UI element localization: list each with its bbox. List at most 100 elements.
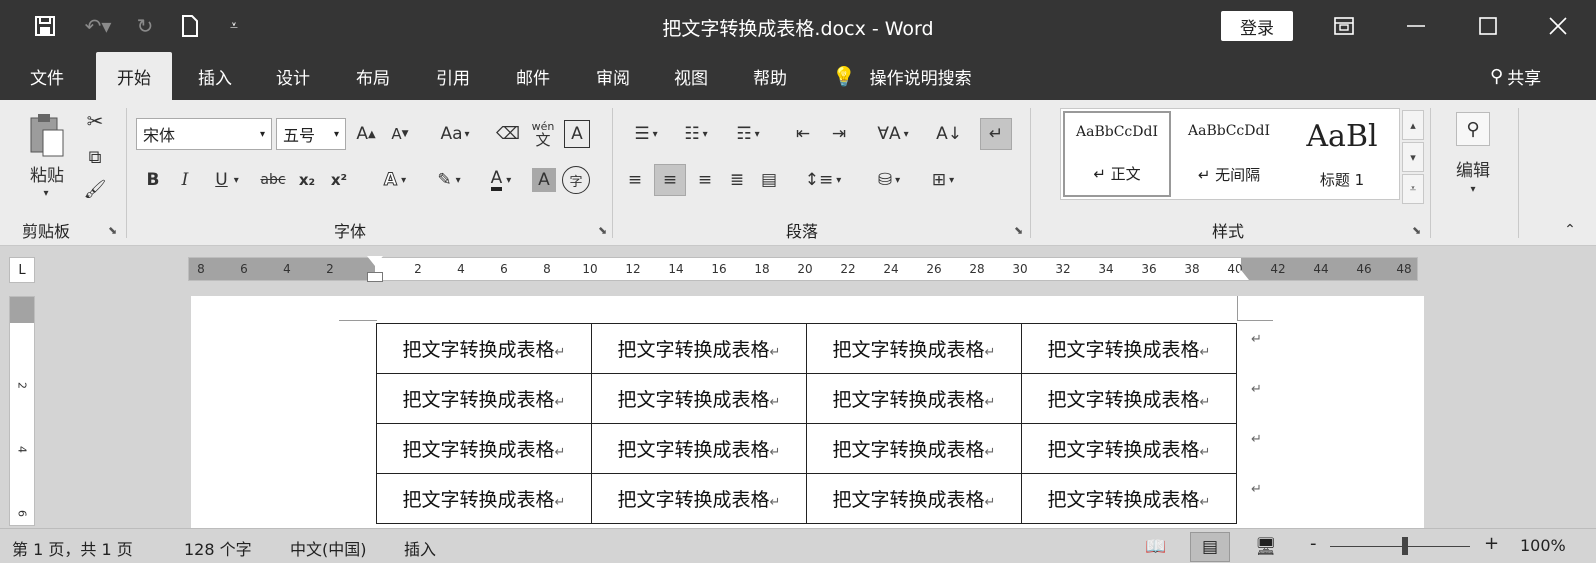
vertical-ruler[interactable]: 2 4 6 xyxy=(9,296,35,526)
style-heading-1[interactable]: AaBl 标题 1 xyxy=(1287,111,1397,197)
insert-mode[interactable]: 插入 xyxy=(404,536,436,560)
table-cell[interactable]: 把文字转换成表格↵ xyxy=(806,423,1022,474)
underline-button[interactable]: U ▾ xyxy=(204,166,250,194)
language-indicator[interactable]: 中文(中国) xyxy=(290,536,367,560)
page-count[interactable]: 第 1 页，共 1 页 xyxy=(12,536,133,560)
table-cell[interactable]: 把文字转换成表格↵ xyxy=(806,323,1022,374)
tab-layout[interactable]: 布局 xyxy=(338,52,408,100)
ribbon-display-icon[interactable] xyxy=(1324,10,1364,42)
copy-icon[interactable]: ⧉ xyxy=(82,144,108,170)
web-layout-icon[interactable]: 🖥 xyxy=(1246,532,1286,562)
tab-home[interactable]: 开始 xyxy=(96,52,172,100)
bullets-icon[interactable]: ☰ ▾ xyxy=(624,120,668,148)
login-button[interactable]: 登录 xyxy=(1221,11,1293,41)
borders-icon[interactable]: ⊞ ▾ xyxy=(920,164,966,196)
close-icon[interactable] xyxy=(1538,10,1578,42)
zoom-level[interactable]: 100% xyxy=(1520,536,1566,555)
tab-mailings[interactable]: 邮件 xyxy=(498,52,568,100)
table-cell[interactable]: 把文字转换成表格↵ xyxy=(1021,473,1237,524)
font-launcher-icon[interactable]: ⬊ xyxy=(598,224,607,237)
format-painter-icon[interactable]: 🖌 xyxy=(82,176,108,202)
table-cell[interactable]: 把文字转换成表格↵ xyxy=(376,373,592,424)
align-left-icon[interactable]: ≡ xyxy=(620,164,650,196)
sort-icon[interactable]: A↓ xyxy=(934,120,964,148)
char-border-icon[interactable]: A xyxy=(564,120,590,148)
highlight-button[interactable]: ✎ ▾ xyxy=(426,166,472,194)
char-shading-button[interactable]: A xyxy=(532,168,556,192)
strikethrough-button[interactable]: abc xyxy=(256,166,290,194)
print-layout-icon[interactable]: ▤ xyxy=(1190,532,1230,562)
table-cell[interactable]: 把文字转换成表格↵ xyxy=(376,423,592,474)
horizontal-ruler[interactable]: 8 6 4 2 2 4 6 8 10 12 14 16 18 20 22 24 … xyxy=(188,256,1418,282)
justify-icon[interactable]: ≣ xyxy=(722,164,752,196)
gallery-down-icon[interactable]: ▾ xyxy=(1402,142,1424,172)
font-size-combo[interactable]: 五号 ▾ xyxy=(276,118,346,150)
zoom-out-button[interactable]: - xyxy=(1310,533,1317,554)
tab-selector[interactable]: L xyxy=(9,257,35,283)
gallery-more-icon[interactable]: ⩡ xyxy=(1402,174,1424,204)
collapse-ribbon-icon[interactable]: ⌃ xyxy=(1560,220,1580,240)
tab-review[interactable]: 审阅 xyxy=(578,52,648,100)
maximize-icon[interactable] xyxy=(1468,10,1508,42)
subscript-button[interactable]: x₂ xyxy=(294,166,320,194)
shrink-font-icon[interactable]: A ▼ xyxy=(386,120,414,148)
paste-dropdown-icon[interactable]: ▾ xyxy=(36,186,56,200)
document-page[interactable]: 把文字转换成表格↵ 把文字转换成表格↵ 把文字转换成表格↵ 把文字转换成表格↵ … xyxy=(191,296,1424,528)
zoom-slider[interactable] xyxy=(1330,546,1470,547)
font-color-button[interactable]: A ▾ xyxy=(478,166,524,194)
table-cell[interactable]: 把文字转换成表格↵ xyxy=(591,423,807,474)
table-cell[interactable]: 把文字转换成表格↵ xyxy=(591,473,807,524)
change-case-button[interactable]: Aa ▾ xyxy=(430,120,480,148)
align-center-icon[interactable]: ≡ xyxy=(654,164,686,196)
table-cell[interactable]: 把文字转换成表格↵ xyxy=(1021,373,1237,424)
document-table[interactable]: 把文字转换成表格↵ 把文字转换成表格↵ 把文字转换成表格↵ 把文字转换成表格↵ … xyxy=(376,323,1237,524)
table-cell[interactable]: 把文字转换成表格↵ xyxy=(1021,323,1237,374)
styles-launcher-icon[interactable]: ⬊ xyxy=(1412,224,1421,237)
paste-icon[interactable] xyxy=(22,110,72,162)
tab-design[interactable]: 设计 xyxy=(258,52,328,100)
table-cell[interactable]: 把文字转换成表格↵ xyxy=(806,473,1022,524)
distributed-icon[interactable]: ▤ xyxy=(754,164,784,196)
tab-file[interactable]: 文件 xyxy=(12,52,82,100)
clipboard-launcher-icon[interactable]: ⬊ xyxy=(108,224,117,237)
editing-button[interactable]: 编辑 xyxy=(1448,156,1498,181)
tell-me-search[interactable]: 💡 操作说明搜索 xyxy=(832,52,1002,100)
table-cell[interactable]: 把文字转换成表格↵ xyxy=(376,473,592,524)
paragraph-launcher-icon[interactable]: ⬊ xyxy=(1014,224,1023,237)
numbering-icon[interactable]: ☷ ▾ xyxy=(674,120,718,148)
tab-references[interactable]: 引用 xyxy=(418,52,488,100)
tab-help[interactable]: 帮助 xyxy=(735,52,805,100)
decrease-indent-icon[interactable]: ⇤ xyxy=(788,120,818,148)
italic-button[interactable]: I xyxy=(172,166,198,194)
hanging-indent-marker[interactable] xyxy=(367,272,383,282)
show-marks-icon[interactable]: ↵ xyxy=(980,118,1012,150)
grow-font-icon[interactable]: A ▲ xyxy=(352,120,380,148)
tab-insert[interactable]: 插入 xyxy=(180,52,250,100)
font-name-combo[interactable]: 宋体 ▾ xyxy=(136,118,272,150)
right-indent-marker[interactable] xyxy=(1233,270,1249,280)
chinese-layout-icon[interactable]: ⱯA ▾ xyxy=(870,120,916,148)
style-normal[interactable]: AaBbCcDdI ↵ 正文 xyxy=(1063,111,1171,197)
bold-button[interactable]: B xyxy=(140,166,166,194)
superscript-button[interactable]: x² xyxy=(326,166,352,194)
line-spacing-icon[interactable]: ↕≡ ▾ xyxy=(800,164,846,196)
minimize-icon[interactable] xyxy=(1396,10,1436,42)
phonetic-guide-button[interactable]: wén 文 xyxy=(528,116,558,152)
increase-indent-icon[interactable]: ⇥ xyxy=(824,120,854,148)
table-cell[interactable]: 把文字转换成表格↵ xyxy=(1021,423,1237,474)
share-button[interactable]: ⚲ 共享 xyxy=(1490,52,1541,100)
table-cell[interactable]: 把文字转换成表格↵ xyxy=(591,373,807,424)
zoom-in-button[interactable]: + xyxy=(1484,533,1499,554)
cut-icon[interactable]: ✂ xyxy=(82,108,108,134)
search-icon[interactable]: ⚲ xyxy=(1456,112,1490,146)
shading-icon[interactable]: ⛁ ▾ xyxy=(866,164,912,196)
enclose-char-button[interactable]: 字 xyxy=(562,166,590,194)
chevron-down-icon[interactable]: ▾ xyxy=(1464,182,1482,196)
word-count[interactable]: 128 个字 xyxy=(184,536,252,560)
first-line-indent-marker[interactable] xyxy=(367,256,383,266)
table-cell[interactable]: 把文字转换成表格↵ xyxy=(806,373,1022,424)
multilevel-list-icon[interactable]: ☶ ▾ xyxy=(726,120,770,148)
paste-label[interactable]: 粘贴 xyxy=(22,162,72,186)
zoom-slider-thumb[interactable] xyxy=(1402,537,1408,555)
gallery-up-icon[interactable]: ▴ xyxy=(1402,110,1424,140)
